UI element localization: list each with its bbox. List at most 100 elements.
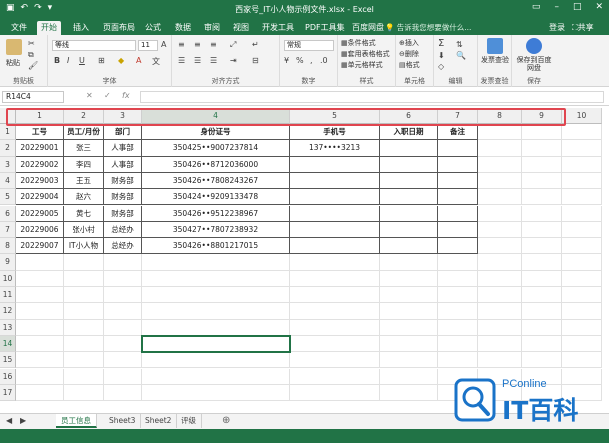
- cell[interactable]: [522, 319, 562, 336]
- tab-formulas[interactable]: 公式: [141, 21, 165, 35]
- table-cell[interactable]: 人事部: [104, 156, 142, 173]
- cell[interactable]: [478, 156, 522, 173]
- row-header-6[interactable]: 6: [0, 205, 16, 222]
- table-cell[interactable]: 137••••3213: [290, 140, 380, 157]
- table-cell[interactable]: [438, 189, 478, 206]
- sheet-tab-sheet2[interactable]: Sheet2: [140, 414, 178, 428]
- invoice-check-button[interactable]: 发票查验: [481, 56, 509, 64]
- font-name-select[interactable]: 等线: [52, 40, 136, 51]
- percent-icon[interactable]: %: [296, 56, 304, 65]
- row-header-17[interactable]: 17: [0, 384, 16, 402]
- cell[interactable]: [16, 254, 64, 271]
- number-format-select[interactable]: 常规: [284, 40, 334, 51]
- row-header-2[interactable]: 2: [0, 140, 16, 157]
- login-link[interactable]: 登录: [549, 22, 565, 33]
- tab-review[interactable]: 审阅: [200, 21, 224, 35]
- table-header-cell[interactable]: 工号: [16, 124, 64, 141]
- cell[interactable]: [562, 205, 602, 222]
- table-cell[interactable]: 黄七: [64, 205, 104, 222]
- cell[interactable]: [522, 172, 562, 190]
- insert-button[interactable]: ⊕插入: [399, 38, 419, 48]
- align-left-icon[interactable]: ☰: [178, 56, 185, 65]
- table-cell[interactable]: 赵六: [64, 189, 104, 206]
- cell[interactable]: [522, 238, 562, 255]
- cell[interactable]: [478, 238, 522, 255]
- prev-sheet-icon[interactable]: ◀: [6, 416, 12, 425]
- table-cell[interactable]: 20229004: [16, 189, 64, 206]
- cell[interactable]: [438, 352, 478, 369]
- cell[interactable]: [562, 156, 602, 173]
- cell[interactable]: [16, 368, 64, 385]
- cell[interactable]: [16, 270, 64, 287]
- format-button[interactable]: ▤格式: [399, 60, 420, 70]
- cell[interactable]: [104, 287, 142, 304]
- tab-developer[interactable]: 开发工具: [258, 21, 298, 35]
- enter-icon[interactable]: ✓: [104, 91, 111, 100]
- align-bottom-icon[interactable]: ≡: [210, 40, 217, 49]
- delete-button[interactable]: ⊖删除: [399, 49, 419, 59]
- table-cell[interactable]: 350426••8801217015: [142, 238, 290, 255]
- table-cell[interactable]: 张三: [64, 140, 104, 157]
- cell[interactable]: [522, 335, 562, 353]
- cell[interactable]: [380, 384, 438, 402]
- column-header-10[interactable]: 10: [562, 108, 602, 124]
- font-color-icon[interactable]: A: [136, 56, 141, 65]
- row-header-7[interactable]: 7: [0, 221, 16, 239]
- cell[interactable]: [64, 335, 104, 353]
- table-cell[interactable]: 350426••9512238967: [142, 205, 290, 222]
- cell[interactable]: [290, 368, 380, 385]
- cell[interactable]: [290, 270, 380, 287]
- cell[interactable]: [142, 303, 290, 320]
- orientation-icon[interactable]: ⤢: [230, 40, 236, 50]
- cell[interactable]: [438, 254, 478, 271]
- cell[interactable]: [104, 335, 142, 353]
- underline-button[interactable]: U: [79, 56, 85, 65]
- table-cell[interactable]: 财务部: [104, 205, 142, 222]
- table-cell[interactable]: 350426••7808243267: [142, 172, 290, 190]
- grow-font-icon[interactable]: A: [161, 40, 166, 49]
- cell[interactable]: [142, 319, 290, 336]
- cell[interactable]: [16, 384, 64, 402]
- copy-icon[interactable]: ⧉: [28, 50, 34, 60]
- tab-page-layout[interactable]: 页面布局: [99, 21, 139, 35]
- table-cell[interactable]: [438, 140, 478, 157]
- add-sheet-icon[interactable]: ⊕: [222, 415, 230, 426]
- row-header-8[interactable]: 8: [0, 238, 16, 255]
- cell[interactable]: [438, 270, 478, 287]
- cell[interactable]: [104, 368, 142, 385]
- cell[interactable]: [380, 287, 438, 304]
- cell[interactable]: [142, 287, 290, 304]
- tab-insert[interactable]: 插入: [69, 21, 93, 35]
- cell[interactable]: [562, 319, 602, 336]
- cell[interactable]: [16, 287, 64, 304]
- cell[interactable]: [64, 384, 104, 402]
- table-cell[interactable]: [380, 189, 438, 206]
- cell[interactable]: [562, 352, 602, 369]
- cell[interactable]: [522, 270, 562, 287]
- cell[interactable]: [380, 335, 438, 353]
- cell[interactable]: [380, 319, 438, 336]
- table-cell[interactable]: 财务部: [104, 189, 142, 206]
- cell[interactable]: [478, 287, 522, 304]
- fill-color-icon[interactable]: ◆: [118, 56, 124, 65]
- cell[interactable]: [478, 140, 522, 157]
- cell[interactable]: [478, 254, 522, 271]
- cell[interactable]: [438, 335, 478, 353]
- sheet-tab-employee[interactable]: 员工信息: [56, 414, 97, 428]
- table-cell[interactable]: 王五: [64, 172, 104, 190]
- cell[interactable]: [478, 335, 522, 353]
- borders-icon[interactable]: ⊞: [98, 56, 105, 65]
- table-cell[interactable]: [290, 205, 380, 222]
- clear-icon[interactable]: ◇: [438, 62, 444, 71]
- font-size-select[interactable]: 11: [138, 40, 158, 51]
- cell[interactable]: [478, 221, 522, 239]
- phonetic-icon[interactable]: 文: [152, 56, 160, 67]
- cell[interactable]: [380, 352, 438, 369]
- worksheet-grid[interactable]: 1 2 3 4 5 6 7 8 9 10 1 2 3 4 5 6 7 8 9 10 11 12 13 14 15 16 17 工号 员工…: [0, 108, 609, 413]
- row-header-4[interactable]: 4: [0, 172, 16, 190]
- cell[interactable]: [562, 287, 602, 304]
- cell[interactable]: [438, 303, 478, 320]
- cell[interactable]: [522, 189, 562, 206]
- cell[interactable]: [522, 303, 562, 320]
- table-cell[interactable]: 20229002: [16, 156, 64, 173]
